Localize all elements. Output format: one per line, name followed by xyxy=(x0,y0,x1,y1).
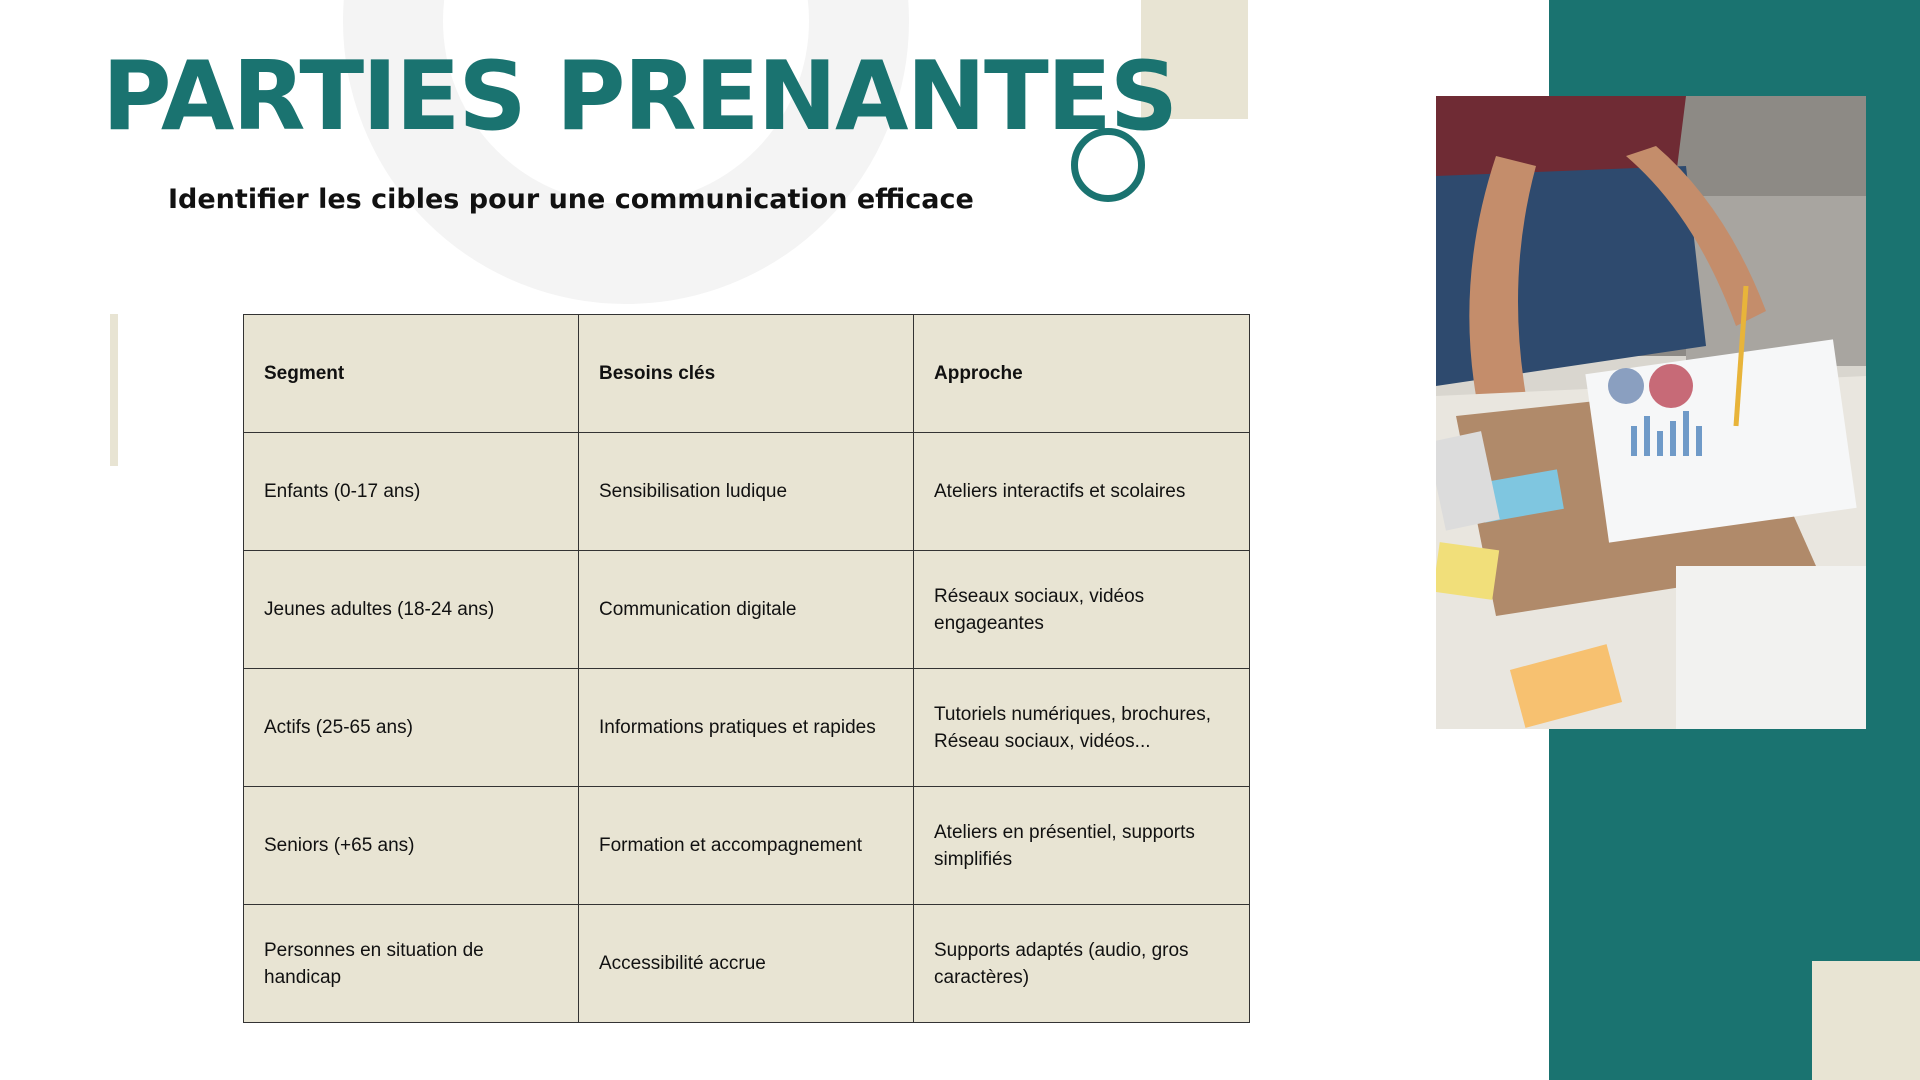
segment-cell: Jeunes adultes (18-24 ans) xyxy=(243,550,579,669)
approche-cell: Tutoriels numériques, brochures, Réseau … xyxy=(913,668,1250,787)
table-row: Seniors (+65 ans) Formation et accompagn… xyxy=(243,786,1250,905)
teal-ring-decoration xyxy=(1071,128,1145,202)
table-row: Enfants (0-17 ans) Sensibilisation ludiq… xyxy=(243,432,1250,551)
approche-cell: Supports adaptés (audio, gros caractères… xyxy=(913,904,1250,1023)
photo-illustration xyxy=(1436,96,1866,729)
header-besoins: Besoins clés xyxy=(578,314,914,433)
approche-cell: Ateliers en présentiel, supports simplif… xyxy=(913,786,1250,905)
approche-cell: Ateliers interactifs et scolaires xyxy=(913,432,1250,551)
table-header-row: Segment Besoins clés Approche xyxy=(243,314,1250,433)
segment-cell: Seniors (+65 ans) xyxy=(243,786,579,905)
besoins-cell: Informations pratiques et rapides xyxy=(578,668,914,787)
page-subtitle: Identifier les cibles pour une communica… xyxy=(168,184,974,215)
besoins-cell: Communication digitale xyxy=(578,550,914,669)
segment-cell: Enfants (0-17 ans) xyxy=(243,432,579,551)
page-title: PARTIES PRENANTES xyxy=(102,42,1178,152)
besoins-cell: Formation et accompagnement xyxy=(578,786,914,905)
table-row: Actifs (25-65 ans) Informations pratique… xyxy=(243,668,1250,787)
table-row: Jeunes adultes (18-24 ans) Communication… xyxy=(243,550,1250,669)
beige-square-decoration-bottom xyxy=(1812,961,1920,1080)
segment-cell: Personnes en situation de handicap xyxy=(243,904,579,1023)
header-approche: Approche xyxy=(913,314,1250,433)
stakeholder-table: Segment Besoins clés Approche Enfants (0… xyxy=(243,314,1250,1023)
accent-bar xyxy=(110,314,118,466)
besoins-cell: Sensibilisation ludique xyxy=(578,432,914,551)
besoins-cell: Accessibilité accrue xyxy=(578,904,914,1023)
header-segment: Segment xyxy=(243,314,579,433)
business-analysis-photo xyxy=(1436,96,1866,729)
table-row: Personnes en situation de handicap Acces… xyxy=(243,904,1250,1023)
approche-cell: Réseaux sociaux, vidéos engageantes xyxy=(913,550,1250,669)
segment-cell: Actifs (25-65 ans) xyxy=(243,668,579,787)
